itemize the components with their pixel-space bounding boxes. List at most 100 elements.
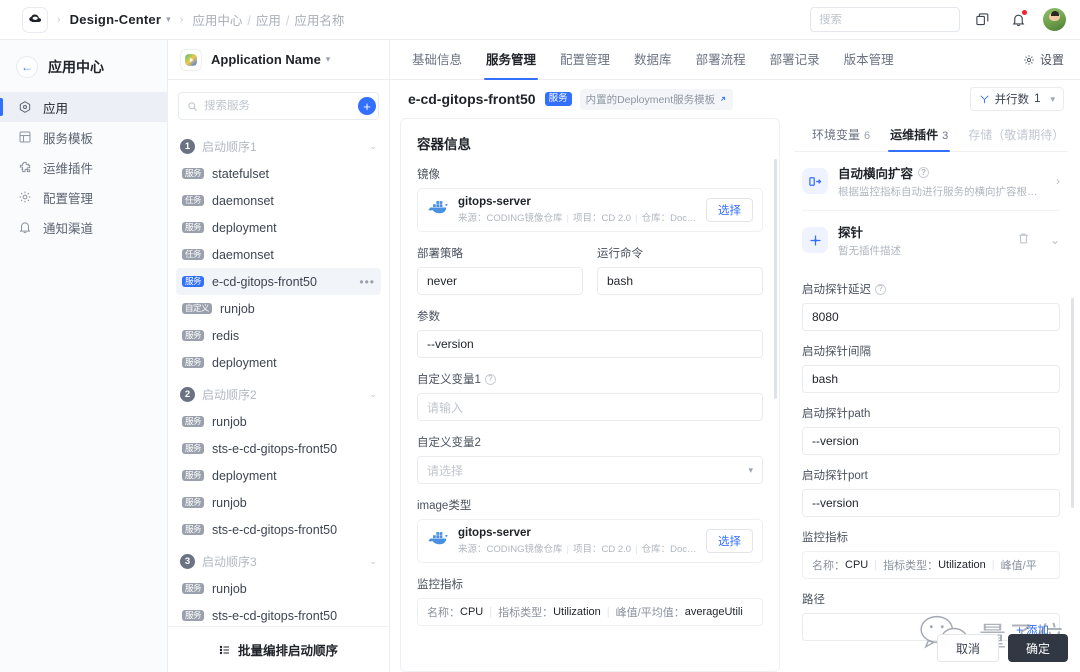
- bell-icon[interactable]: [1004, 6, 1032, 34]
- plugin-tab-label: 运维插件: [890, 127, 939, 142]
- batch-order-button[interactable]: 批量编排启动顺序: [168, 626, 389, 672]
- tab-部署流程[interactable]: 部署流程: [684, 40, 758, 80]
- item-tag: 服务: [182, 469, 205, 482]
- avatar[interactable]: [1043, 8, 1066, 31]
- custom-var2-select[interactable]: 请选择 ▾: [417, 456, 763, 484]
- custom-var1-label-text: 自定义变量1: [417, 374, 481, 386]
- service-search[interactable]: +: [178, 92, 379, 120]
- list-item-selected[interactable]: 服务 e-cd-gitops-front50 •••: [176, 268, 381, 295]
- group-header[interactable]: 1 启动顺序1 ⌄: [176, 132, 381, 160]
- plugin-item-autoscale[interactable]: 自动横向扩容 ? 根据监控指标自动进行服务的横向扩容根据监控... ›: [802, 152, 1060, 211]
- back-button[interactable]: ←: [16, 56, 38, 78]
- list-item[interactable]: 服务 sts-e-cd-gitops-front50: [176, 602, 381, 626]
- help-icon[interactable]: ?: [918, 167, 930, 178]
- list-item[interactable]: 任务 daemonset: [176, 241, 381, 268]
- tab-运维插件[interactable]: 运维插件 3: [880, 118, 958, 152]
- params-input[interactable]: --version: [417, 330, 763, 358]
- product-logo[interactable]: [22, 6, 48, 33]
- org-name[interactable]: Design-Center: [70, 12, 161, 27]
- chevron-down-icon[interactable]: ▾: [326, 54, 331, 65]
- choose-image-type-button[interactable]: 选择: [706, 529, 753, 553]
- sidebar-item-label: 运维插件: [43, 161, 94, 176]
- chevron-down-icon[interactable]: ⌄: [1050, 233, 1060, 247]
- probe-port-label: 启动探针port: [802, 470, 868, 482]
- run-command-input[interactable]: bash: [597, 267, 763, 295]
- breadcrumb-item-0[interactable]: 应用中心: [192, 14, 242, 28]
- list-item[interactable]: 服务 deployment: [176, 214, 381, 241]
- list-item[interactable]: 服务 redis: [176, 322, 381, 349]
- settings-button[interactable]: 设置: [1023, 51, 1064, 68]
- list-item[interactable]: 服务 runjob: [176, 575, 381, 602]
- project-value: CD 2.0: [601, 544, 632, 555]
- form-scrollbar[interactable]: [774, 159, 777, 399]
- sidebar-item-配置管理[interactable]: 配置管理: [0, 182, 167, 212]
- probe-port-input[interactable]: --version: [802, 489, 1060, 517]
- breadcrumb-item-1[interactable]: 应用: [256, 14, 281, 28]
- list-item[interactable]: 服务 statefulset: [176, 160, 381, 187]
- chevron-down-icon[interactable]: ▾: [166, 14, 171, 25]
- project-label: 项目：: [573, 544, 602, 555]
- trash-icon[interactable]: [1017, 232, 1030, 248]
- tab-环境变量[interactable]: 环境变量 6: [802, 118, 880, 152]
- probe-interval-input[interactable]: bash: [802, 365, 1060, 393]
- more-options-icon[interactable]: •••: [359, 275, 375, 289]
- chevron-down-icon[interactable]: ⌄: [369, 556, 377, 567]
- plugin-scroll[interactable]: 自动横向扩容 ? 根据监控指标自动进行服务的横向扩容根据监控... › 探针 暂…: [788, 152, 1074, 672]
- repo-label: 仓库：: [641, 213, 671, 224]
- group-header[interactable]: 3 启动顺序3 ⌄: [176, 547, 381, 575]
- item-name: runjob: [220, 301, 255, 316]
- sidebar-item-通知渠道[interactable]: 通知渠道: [0, 212, 167, 242]
- sidebar-item-服务模板[interactable]: 服务模板: [0, 122, 167, 152]
- choose-image-button[interactable]: 选择: [706, 198, 753, 222]
- plugin-metric-input[interactable]: 名称： CPU | 指标类型： Utilization | 峰值/平: [802, 551, 1060, 579]
- tab-版本管理[interactable]: 版本管理: [832, 40, 906, 80]
- template-link[interactable]: 内置的Deployment服务模板: [579, 88, 734, 110]
- list-item[interactable]: 服务 sts-e-cd-gitops-front50: [176, 516, 381, 543]
- chevron-down-icon[interactable]: ⌄: [369, 141, 377, 152]
- confirm-button[interactable]: 确定: [1007, 634, 1068, 662]
- custom-var1-input[interactable]: 请输入: [417, 393, 763, 421]
- image-card[interactable]: gitops-server 来源：CODING镜像仓库 | 项目：CD 2.0 | 仓库…: [417, 188, 763, 232]
- parallel-count-selector[interactable]: 并行数 1 ▾: [969, 87, 1064, 111]
- image-type-card[interactable]: gitops-server 来源：CODING镜像仓库 | 项目：CD 2.0 | 仓库…: [417, 519, 763, 563]
- deploy-policy-input[interactable]: never: [417, 267, 583, 295]
- tab-部署记录[interactable]: 部署记录: [758, 40, 832, 80]
- tab-数据库[interactable]: 数据库: [622, 40, 684, 80]
- metric-input[interactable]: 名称： CPU | 指标类型： Utilization | 峰值/平均值： averageUt…: [417, 598, 763, 626]
- tab-配置管理[interactable]: 配置管理: [548, 40, 622, 80]
- group-label: 启动顺序1: [202, 139, 257, 154]
- list-item[interactable]: 服务 runjob: [176, 489, 381, 516]
- plugin-scrollbar[interactable]: [1071, 298, 1074, 508]
- tab-基础信息[interactable]: 基础信息: [400, 40, 474, 80]
- list-item[interactable]: 自定义 runjob: [176, 295, 381, 322]
- copy-icon[interactable]: [968, 6, 996, 34]
- probe-path-input[interactable]: --version: [802, 427, 1060, 455]
- list-item[interactable]: 任务 daemonset: [176, 187, 381, 214]
- sidebar-item-应用[interactable]: 应用: [0, 92, 167, 122]
- help-icon[interactable]: ?: [484, 373, 496, 385]
- metric-name-value: CPU: [845, 559, 869, 571]
- list-item[interactable]: 服务 runjob: [176, 408, 381, 435]
- help-icon[interactable]: ?: [875, 283, 886, 295]
- cancel-button[interactable]: 取消: [936, 634, 999, 662]
- group-header[interactable]: 2 启动顺序2 ⌄: [176, 380, 381, 408]
- search-input[interactable]: [819, 13, 973, 26]
- list-item[interactable]: 服务 deployment: [176, 349, 381, 376]
- plugin-item-probe[interactable]: 探针 暂无插件描述 ⌄: [802, 211, 1060, 269]
- plugin-tab-bar: 环境变量 6 运维插件 3 存储（敬请期待）: [794, 118, 1068, 152]
- chevron-down-icon[interactable]: ⌄: [369, 389, 377, 400]
- list-item[interactable]: 服务 sts-e-cd-gitops-front50: [176, 435, 381, 462]
- service-list-scroll[interactable]: 1 启动顺序1 ⌄ 服务 statefulset 任务 daemonset 服务 de…: [168, 128, 389, 626]
- list-item[interactable]: 服务 deployment: [176, 462, 381, 489]
- sidebar-item-运维插件[interactable]: 运维插件: [0, 152, 167, 182]
- repo-label: 仓库：: [641, 544, 671, 555]
- plugin-name: 自动横向扩容 ?: [838, 163, 1046, 182]
- image-label: 镜像: [417, 169, 440, 181]
- tab-服务管理[interactable]: 服务管理: [474, 40, 548, 80]
- service-search-input[interactable]: [204, 100, 358, 112]
- probe-delay-input[interactable]: 8080: [802, 303, 1060, 331]
- global-search[interactable]: [810, 7, 973, 32]
- deploy-policy-label: 部署策略: [417, 248, 463, 260]
- add-service-button[interactable]: +: [358, 97, 376, 115]
- chevron-right-icon[interactable]: ›: [1056, 174, 1060, 188]
